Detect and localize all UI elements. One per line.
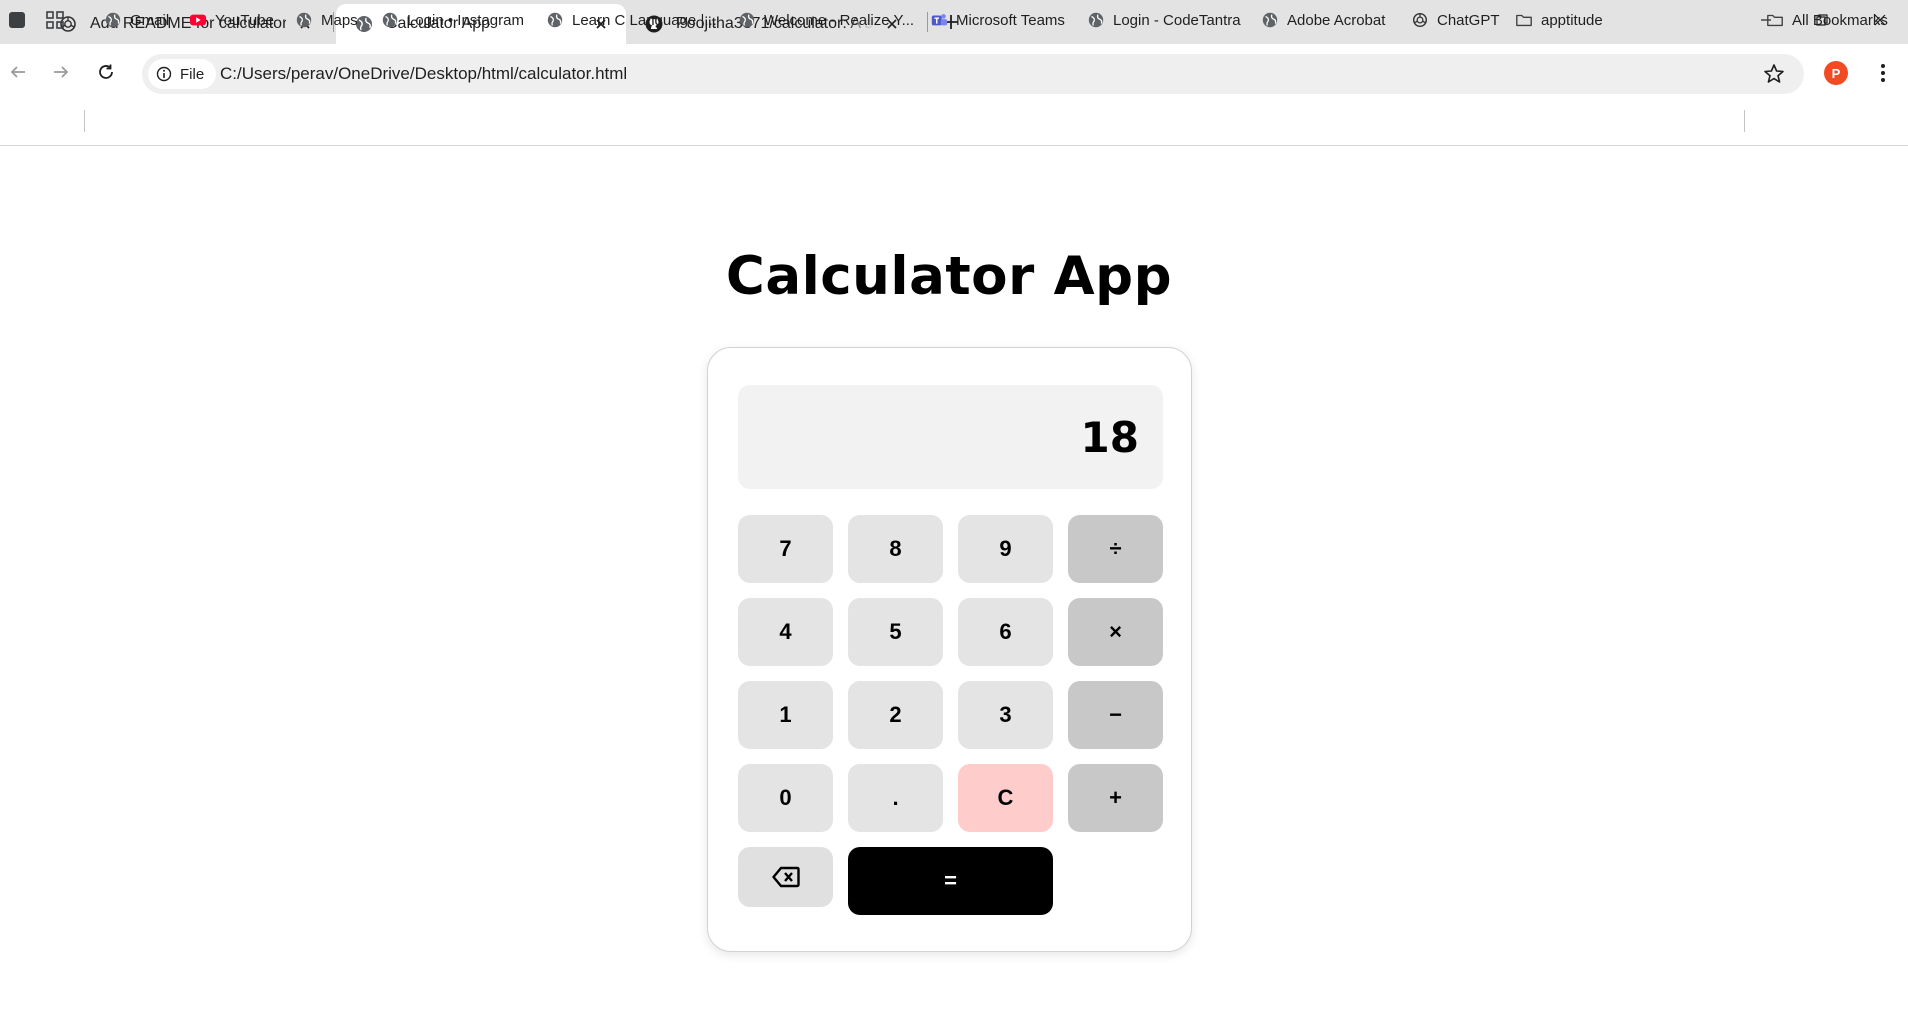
- folder-icon: [1516, 14, 1532, 27]
- page-title: Calculator App: [725, 246, 1173, 307]
- key-1[interactable]: 1: [738, 681, 833, 749]
- globe-icon: [739, 12, 755, 28]
- globe-icon: [105, 12, 121, 28]
- key-8[interactable]: 8: [848, 515, 943, 583]
- bookmark-label: Microsoft Teams: [956, 11, 1065, 29]
- more-vert-icon: [1881, 64, 1885, 82]
- all-bookmarks-button[interactable]: All Bookmarks: [1766, 6, 1888, 34]
- bookmark-label: ChatGPT: [1437, 11, 1500, 29]
- browser-menu-button[interactable]: [1868, 58, 1898, 88]
- tab-add-readme[interactable]: Add README for calculator: [40, 4, 330, 44]
- folder-icon: [1767, 14, 1783, 27]
- bookmark-square[interactable]: [8, 6, 26, 34]
- key-5[interactable]: 5: [848, 598, 943, 666]
- key-4[interactable]: 4: [738, 598, 833, 666]
- all-bookmarks-label: All Bookmarks: [1792, 11, 1888, 29]
- key-0[interactable]: 0: [738, 764, 833, 832]
- back-button[interactable]: [2, 56, 34, 88]
- forward-button[interactable]: [45, 56, 77, 88]
- bookmark-label: Gmail: [130, 11, 170, 29]
- bookmark-divider: [84, 110, 85, 132]
- bookmark-maps[interactable]: Maps: [295, 6, 358, 34]
- bookmark-instagram[interactable]: Login • Instagram: [381, 6, 524, 34]
- globe-icon: [547, 12, 563, 28]
- equals-button[interactable]: =: [848, 847, 1053, 915]
- bookmark-folder-apptitude[interactable]: apptitude: [1515, 6, 1603, 34]
- key-7[interactable]: 7: [738, 515, 833, 583]
- globe-icon: [1088, 12, 1104, 28]
- globe-icon: [1262, 12, 1278, 28]
- bookmark-star-icon[interactable]: [1762, 62, 1786, 86]
- add-button[interactable]: +: [1068, 764, 1163, 832]
- url-text[interactable]: C:/Users/perav/OneDrive/Desktop/html/cal…: [220, 64, 627, 84]
- profile-avatar[interactable]: P: [1824, 61, 1848, 85]
- bookmark-teams[interactable]: Microsoft Teams: [930, 6, 1065, 34]
- backspace-button[interactable]: [738, 847, 833, 907]
- bookmark-label: Learn C Language |...: [572, 11, 717, 29]
- bookmark-chatgpt[interactable]: ChatGPT: [1411, 6, 1500, 34]
- key-9[interactable]: 9: [958, 515, 1053, 583]
- globe-icon: [382, 12, 398, 28]
- key-6[interactable]: 6: [958, 598, 1053, 666]
- youtube-icon: [189, 14, 207, 26]
- reload-button[interactable]: [90, 56, 122, 88]
- calculator-card: 18 7 8 9 ÷ 4 5 6 × 1 2 3 − 0 . C + =: [707, 347, 1192, 952]
- teams-icon: [931, 14, 948, 26]
- bookmark-label: Login - CodeTantra: [1113, 11, 1241, 29]
- chatgpt-icon: [1412, 12, 1428, 28]
- bookmark-label: apptitude: [1541, 11, 1603, 29]
- arrow-right-icon: [54, 66, 69, 78]
- apps-button[interactable]: [46, 6, 64, 34]
- reload-icon: [99, 64, 113, 79]
- app-square-icon: [9, 12, 25, 28]
- clear-button[interactable]: C: [958, 764, 1053, 832]
- site-info-label: File: [180, 65, 205, 83]
- divide-button[interactable]: ÷: [1068, 515, 1163, 583]
- globe-icon: [296, 12, 312, 28]
- bookmark-label: Adobe Acrobat: [1287, 11, 1386, 29]
- bookmark-label: Welcome - Realize Y...: [764, 11, 915, 29]
- info-icon: [156, 66, 172, 82]
- bookmark-label: YouTube: [215, 11, 274, 29]
- apps-grid-icon: [46, 11, 64, 29]
- multiply-button[interactable]: ×: [1068, 598, 1163, 666]
- key-2[interactable]: 2: [848, 681, 943, 749]
- bookmark-divider: [1744, 110, 1745, 132]
- bookmark-label: Maps: [321, 11, 358, 29]
- site-info-chip[interactable]: File: [148, 59, 217, 89]
- tab-divider: [927, 12, 928, 32]
- bookmark-adobe-acrobat[interactable]: Adobe Acrobat: [1261, 6, 1385, 34]
- arrow-left-icon: [10, 66, 25, 78]
- calculator-display: 18: [738, 385, 1163, 489]
- bookmark-welcome[interactable]: Welcome - Realize Y...: [738, 6, 914, 34]
- bookmark-youtube[interactable]: YouTube: [189, 6, 274, 34]
- bookmark-learn-c[interactable]: Learn C Language |...: [546, 6, 717, 34]
- bookmark-gmail[interactable]: Gmail: [104, 6, 169, 34]
- subtract-button[interactable]: −: [1068, 681, 1163, 749]
- bookmark-label: Login • Instagram: [407, 11, 524, 29]
- bookmark-codetantra[interactable]: Login - CodeTantra: [1087, 6, 1241, 34]
- key-3[interactable]: 3: [958, 681, 1053, 749]
- address-bar[interactable]: File C:/Users/perav/OneDrive/Desktop/htm…: [142, 54, 1804, 94]
- backspace-icon: [771, 866, 800, 888]
- decimal-button[interactable]: .: [848, 764, 943, 832]
- toolbar-divider: [0, 145, 1908, 146]
